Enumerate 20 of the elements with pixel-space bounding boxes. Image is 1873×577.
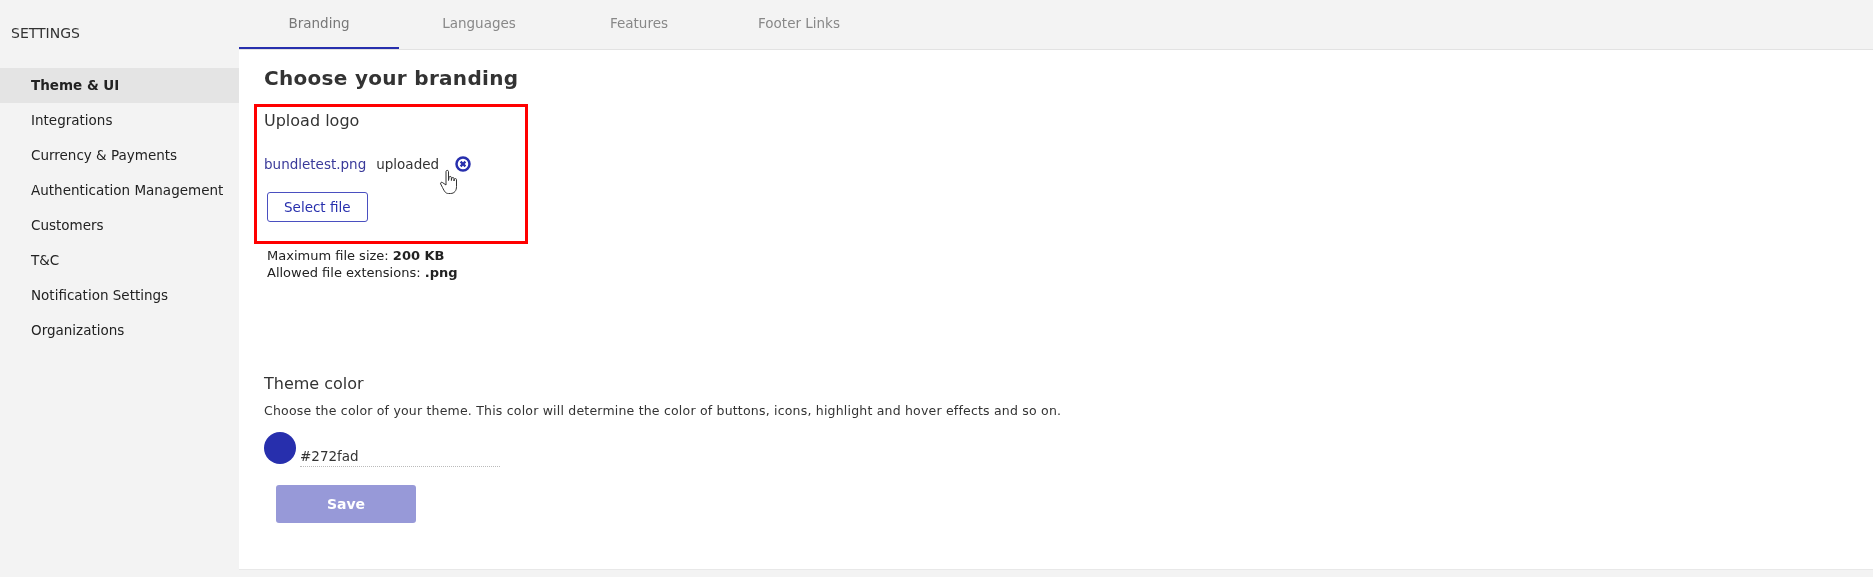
sidebar-item[interactable]: Currency & Payments <box>0 138 239 173</box>
extensions-text: Allowed file extensions: .png <box>267 265 459 280</box>
sidebar-title: SETTINGS <box>10 24 81 43</box>
section-title: Theme color <box>264 374 364 393</box>
sidebar-item[interactable]: Integrations <box>0 103 239 138</box>
remove-icon[interactable] <box>455 156 472 172</box>
theme-description: Choose the color of your theme. This color will determine the color of buttons, icons, highlight and hover effects and so on. <box>264 403 1063 418</box>
sidebar-item[interactable]: Customers <box>0 208 239 243</box>
sidebar-item[interactable]: Notification Settings <box>0 278 239 313</box>
sidebar-item[interactable]: Organizations <box>0 313 239 348</box>
sidebar-item[interactable]: Authentication Management <box>0 173 239 208</box>
file-name: bundletest.png <box>264 156 367 172</box>
upload-status: uploaded <box>376 156 440 172</box>
sidebar-item[interactable]: T&C <box>0 243 239 278</box>
color-swatch[interactable] <box>264 432 296 464</box>
max-size-text: Maximum file size: 200 KB <box>267 248 446 263</box>
select-file-button[interactable]: Select file <box>267 192 368 222</box>
section-title: Upload logo <box>264 111 360 130</box>
page-heading: Choose your branding <box>264 66 520 90</box>
sidebar-item[interactable]: Theme & UI <box>0 68 239 103</box>
